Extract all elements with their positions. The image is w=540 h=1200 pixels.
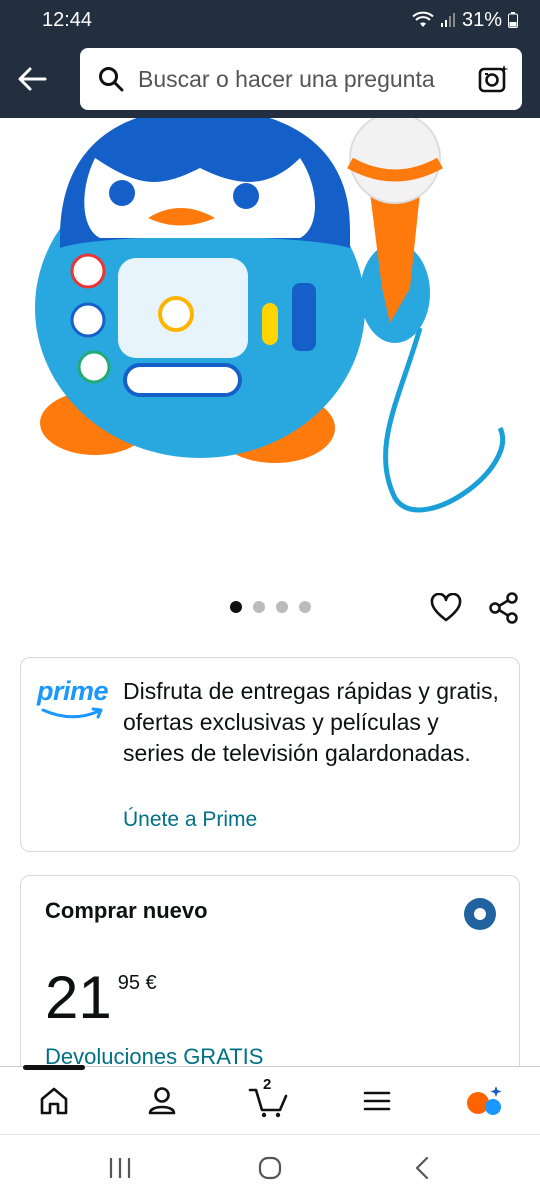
prime-smile-icon bbox=[41, 707, 103, 719]
price-whole: 21 bbox=[45, 964, 112, 1031]
carousel-dot-2[interactable] bbox=[253, 601, 265, 613]
carousel-controls bbox=[0, 588, 540, 628]
account-icon bbox=[148, 1087, 176, 1115]
carousel-dot-1[interactable] bbox=[230, 601, 242, 613]
battery-icon bbox=[508, 12, 518, 28]
system-nav-bar bbox=[0, 1134, 540, 1200]
price-fraction: 95 € bbox=[117, 972, 157, 994]
buy-new-radio[interactable] bbox=[464, 898, 496, 930]
join-prime-link[interactable]: Únete a Prime bbox=[123, 808, 257, 832]
recent-apps-button[interactable] bbox=[100, 1153, 140, 1183]
price: 21 95 € bbox=[45, 968, 157, 1028]
buy-new-card[interactable]: Comprar nuevo 21 95 € Devoluciones GRATI… bbox=[20, 875, 520, 1075]
carousel-dots[interactable] bbox=[230, 601, 311, 613]
nav-active-indicator bbox=[23, 1065, 85, 1070]
share-icon bbox=[489, 592, 518, 624]
status-time: 12:44 bbox=[42, 8, 93, 31]
arrow-left-icon bbox=[18, 67, 47, 91]
home-system-button[interactable] bbox=[250, 1153, 290, 1183]
nav-cart[interactable]: 2 bbox=[248, 1076, 288, 1121]
penguin-toy-image bbox=[35, 118, 505, 513]
buy-new-title: Comprar nuevo bbox=[45, 898, 208, 923]
search-placeholder: Buscar o hacer una pregunta bbox=[138, 65, 435, 92]
search-input[interactable]: Buscar o hacer una pregunta bbox=[80, 48, 522, 110]
wifi-icon bbox=[412, 11, 434, 27]
back-button[interactable] bbox=[0, 49, 64, 109]
prime-logo: prime bbox=[37, 676, 111, 726]
search-header: Buscar o hacer una pregunta bbox=[0, 40, 540, 118]
nav-rufus[interactable] bbox=[464, 1081, 504, 1121]
share-button[interactable] bbox=[486, 590, 522, 626]
product-image[interactable] bbox=[0, 118, 540, 588]
nav-account[interactable] bbox=[142, 1081, 182, 1121]
home-icon bbox=[40, 1087, 68, 1115]
nav-home[interactable] bbox=[34, 1081, 74, 1121]
status-icons: 31% bbox=[412, 9, 518, 32]
nav-menu[interactable] bbox=[357, 1081, 397, 1121]
search-icon bbox=[99, 67, 124, 92]
prime-message: Disfruta de entregas rápidas y gratis, o… bbox=[123, 678, 499, 766]
back-chevron-icon bbox=[415, 1156, 429, 1180]
rufus-assistant-icon bbox=[467, 1086, 502, 1115]
radio-selected-indicator bbox=[474, 908, 486, 920]
back-system-button[interactable] bbox=[402, 1153, 442, 1183]
prime-card: prime Disfruta de entregas rápidas y gra… bbox=[20, 657, 520, 852]
bottom-nav: 2 bbox=[0, 1065, 540, 1134]
recent-apps-icon bbox=[109, 1158, 131, 1178]
favorite-button[interactable] bbox=[428, 590, 464, 626]
status-bar: 12:44 31% bbox=[0, 0, 540, 40]
home-circle-icon bbox=[258, 1156, 282, 1180]
carousel-dot-3[interactable] bbox=[276, 601, 288, 613]
cart-count: 2 bbox=[263, 1076, 272, 1093]
carousel-dot-4[interactable] bbox=[299, 601, 311, 613]
menu-icon bbox=[363, 1091, 391, 1111]
heart-icon bbox=[430, 593, 462, 622]
battery-level: 31% bbox=[461, 8, 502, 31]
signal-icon bbox=[440, 13, 455, 27]
camera-search-icon[interactable] bbox=[478, 64, 510, 94]
